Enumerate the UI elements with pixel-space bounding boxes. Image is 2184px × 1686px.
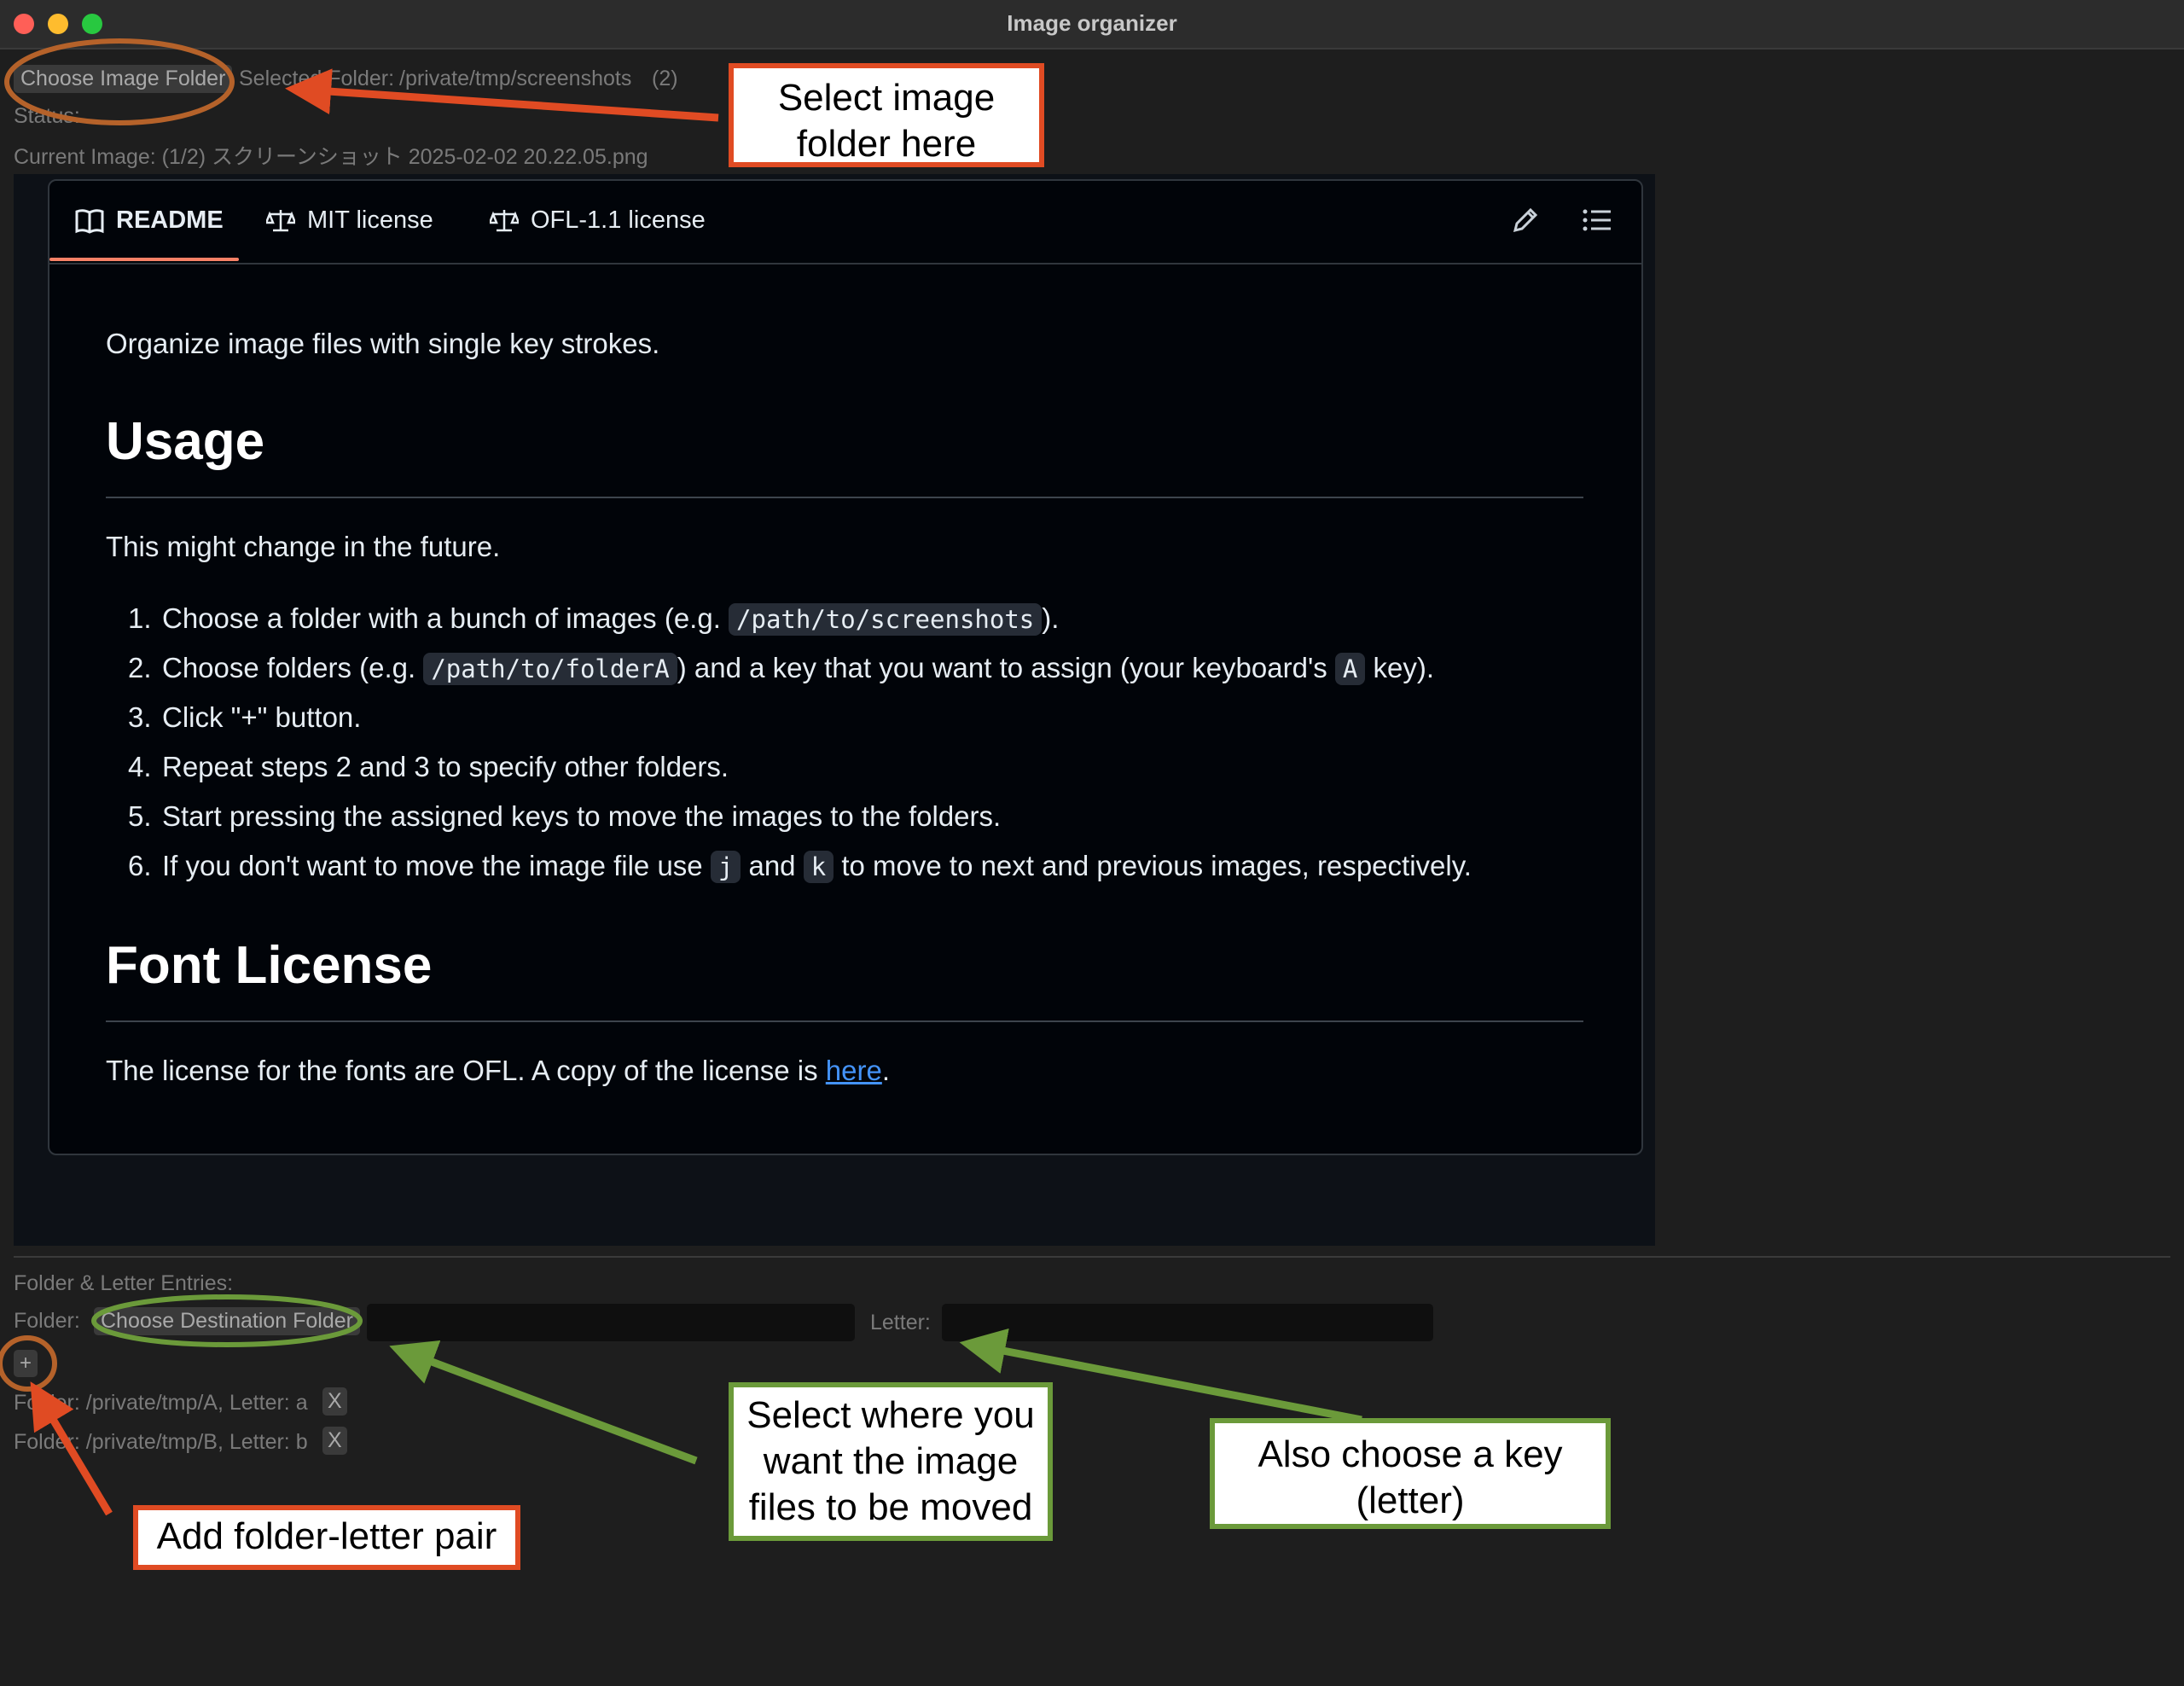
destination-button-highlight-oval — [91, 1294, 363, 1347]
green-arrow — [389, 1340, 698, 1465]
red-arrow — [285, 68, 719, 122]
add-pair-callout: Add folder-letter pair — [133, 1505, 520, 1570]
annotation-overlay — [0, 38, 1362, 1516]
choose-folder-highlight-oval — [4, 38, 235, 125]
add-button-highlight-oval — [0, 1335, 57, 1392]
select-folder-callout: Select image folder here — [729, 63, 1044, 167]
red-arrow — [30, 1381, 113, 1516]
select-destination-callout: Select where you want the image files to b… — [729, 1382, 1053, 1541]
choose-key-callout: Also choose a key (letter) — [1210, 1418, 1611, 1529]
